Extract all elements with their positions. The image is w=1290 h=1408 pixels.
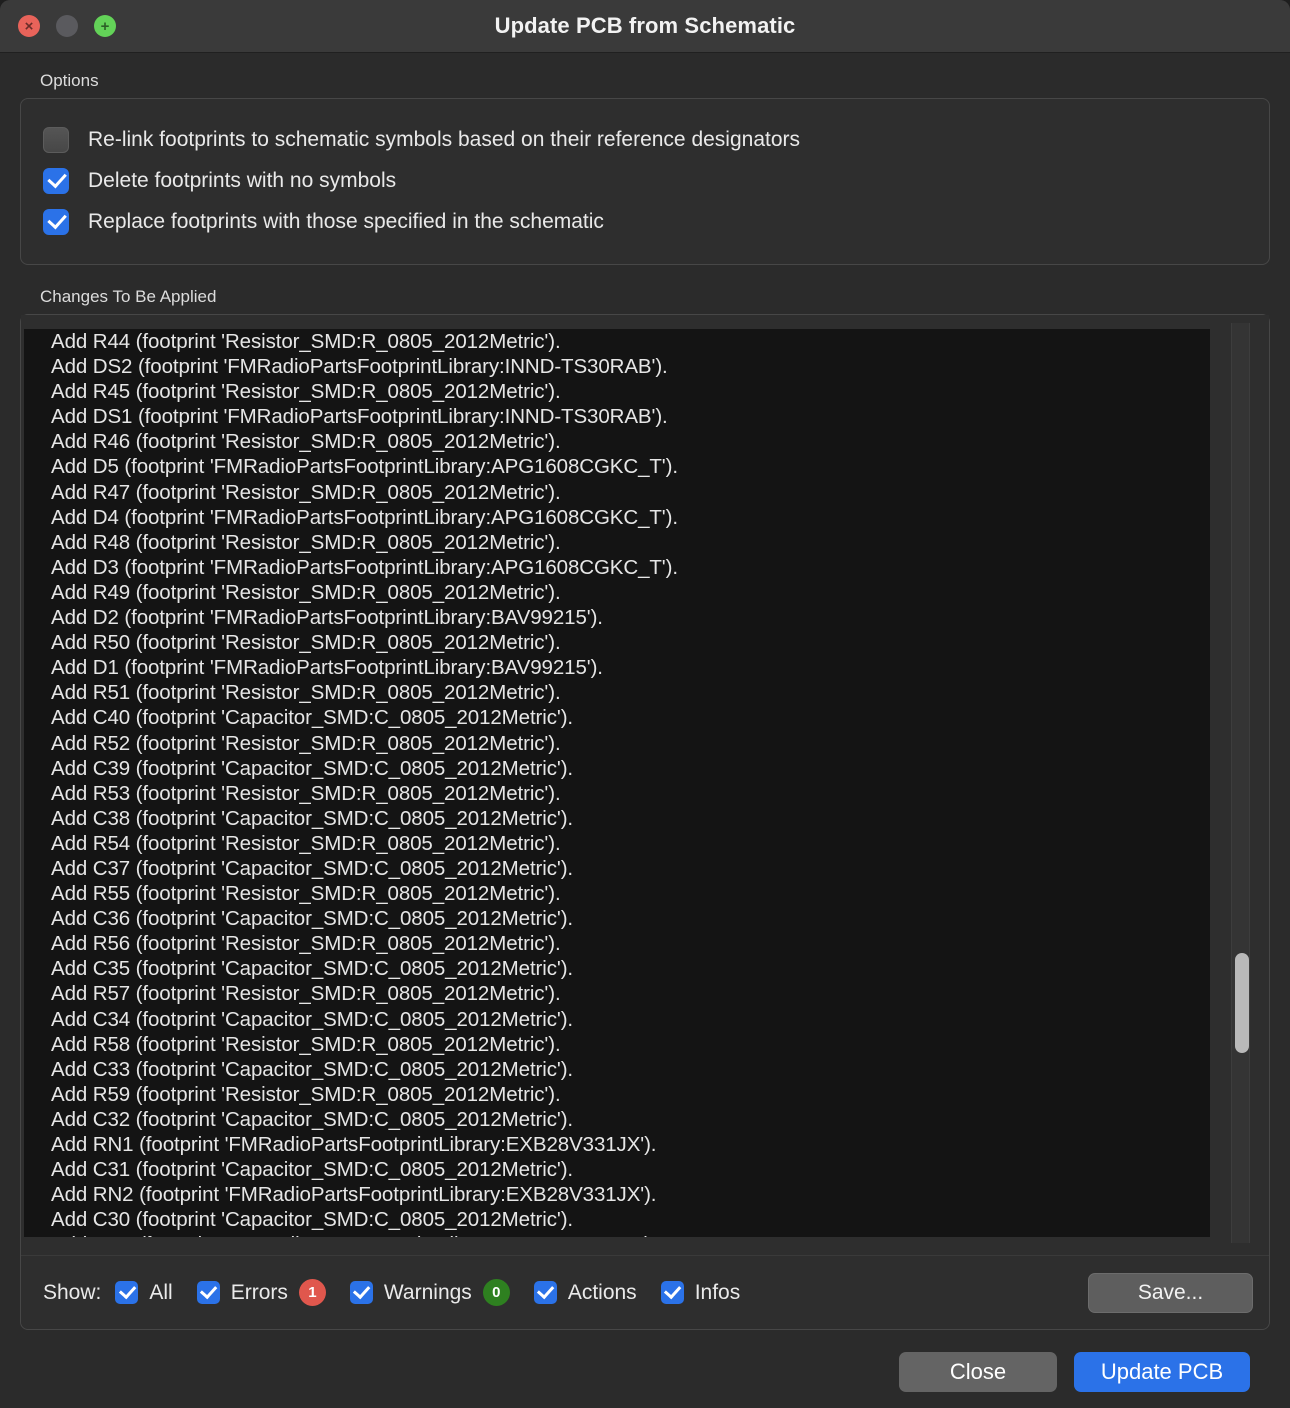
option-row-relink[interactable]: Re-link footprints to schematic symbols … [43,119,1247,160]
filter-infos[interactable]: Infos [660,1280,741,1305]
option-row-delete[interactable]: Delete footprints with no symbols [43,160,1247,201]
close-button[interactable]: Close [899,1352,1057,1392]
change-line[interactable]: Add C32 (footprint 'Capacitor_SMD:C_0805… [24,1107,1210,1132]
filter-all-label: All [149,1280,173,1304]
option-row-replace[interactable]: Replace footprints with those specified … [43,201,1247,242]
changes-list[interactable]: Add R44 (footprint 'Resistor_SMD:R_0805_… [24,329,1210,1237]
change-line[interactable]: Add C33 (footprint 'Capacitor_SMD:C_0805… [24,1057,1210,1082]
change-line[interactable]: Add C35 (footprint 'Capacitor_SMD:C_0805… [24,956,1210,981]
change-line[interactable]: Add R58 (footprint 'Resistor_SMD:R_0805_… [24,1032,1210,1057]
maximize-window-button[interactable]: + [94,15,116,37]
change-line[interactable]: Add R53 (footprint 'Resistor_SMD:R_0805_… [24,781,1210,806]
change-line[interactable]: Add C39 (footprint 'Capacitor_SMD:C_0805… [24,756,1210,781]
change-line[interactable]: Add D5 (footprint 'FMRadioPartsFootprint… [24,454,1210,479]
window-controls: × − + [18,15,116,37]
change-line[interactable]: Add C34 (footprint 'Capacitor_SMD:C_0805… [24,1007,1210,1032]
dialog-body: Options Re-link footprints to schematic … [0,53,1290,1392]
filter-errors-checkbox[interactable] [196,1281,220,1304]
filter-all-checkbox[interactable] [115,1281,139,1304]
delete-footprints-label: Delete footprints with no symbols [88,168,397,192]
changes-group: Add R44 (footprint 'Resistor_SMD:R_0805_… [20,314,1270,1330]
change-line[interactable]: Add RN3 (footprint 'FMRadioPartsFootprin… [24,1232,1210,1237]
change-line[interactable]: Add R54 (footprint 'Resistor_SMD:R_0805_… [24,831,1210,856]
minimize-window-button: − [56,15,78,37]
relink-footprints-label: Re-link footprints to schematic symbols … [88,127,801,151]
change-line[interactable]: Add C40 (footprint 'Capacitor_SMD:C_0805… [24,705,1210,730]
update-pcb-dialog: × − + Update PCB from Schematic Options … [0,0,1290,1408]
filter-all[interactable]: All [115,1280,173,1305]
change-line[interactable]: Add R50 (footprint 'Resistor_SMD:R_0805_… [24,630,1210,655]
change-line[interactable]: Add R52 (footprint 'Resistor_SMD:R_0805_… [24,731,1210,756]
change-line[interactable]: Add R51 (footprint 'Resistor_SMD:R_0805_… [24,680,1210,705]
filter-warnings-label: Warnings [383,1280,472,1304]
change-line[interactable]: Add C37 (footprint 'Capacitor_SMD:C_0805… [24,856,1210,881]
changes-scrollbar[interactable] [1231,323,1250,1243]
change-line[interactable]: Add C30 (footprint 'Capacitor_SMD:C_0805… [24,1207,1210,1232]
replace-footprints-label: Replace footprints with those specified … [88,209,604,233]
filter-infos-checkbox[interactable] [660,1281,684,1304]
change-line[interactable]: Add R55 (footprint 'Resistor_SMD:R_0805_… [24,881,1210,906]
delete-footprints-checkbox[interactable] [43,167,69,194]
warnings-count-badge: 0 [482,1279,510,1306]
change-line[interactable]: Add D2 (footprint 'FMRadioPartsFootprint… [24,605,1210,630]
change-line[interactable]: Add C31 (footprint 'Capacitor_SMD:C_0805… [24,1157,1210,1182]
change-line[interactable]: Add R59 (footprint 'Resistor_SMD:R_0805_… [24,1082,1210,1107]
change-line[interactable]: Add RN1 (footprint 'FMRadioPartsFootprin… [24,1132,1210,1157]
changes-panel: Add R44 (footprint 'Resistor_SMD:R_0805_… [21,315,1269,1255]
filter-actions[interactable]: Actions [533,1280,637,1305]
change-line[interactable]: Add DS1 (footprint 'FMRadioPartsFootprin… [24,404,1210,429]
change-line[interactable]: Add R48 (footprint 'Resistor_SMD:R_0805_… [24,530,1210,555]
change-line[interactable]: Add R56 (footprint 'Resistor_SMD:R_0805_… [24,931,1210,956]
window-title: Update PCB from Schematic [494,13,796,38]
change-line[interactable]: Add R44 (footprint 'Resistor_SMD:R_0805_… [24,329,1210,354]
filter-errors-label: Errors [230,1280,288,1304]
options-group-label: Options [40,71,99,90]
change-line[interactable]: Add C38 (footprint 'Capacitor_SMD:C_0805… [24,806,1210,831]
change-line[interactable]: Add D4 (footprint 'FMRadioPartsFootprint… [24,505,1210,530]
change-line[interactable]: Add R57 (footprint 'Resistor_SMD:R_0805_… [24,981,1210,1006]
filter-warnings-checkbox[interactable] [349,1281,373,1304]
filter-actions-checkbox[interactable] [533,1281,557,1304]
change-line[interactable]: Add DS2 (footprint 'FMRadioPartsFootprin… [24,354,1210,379]
change-line[interactable]: Add R49 (footprint 'Resistor_SMD:R_0805_… [24,580,1210,605]
window-titlebar: × − + Update PCB from Schematic [0,0,1290,53]
update-pcb-button[interactable]: Update PCB [1074,1352,1250,1392]
change-line[interactable]: Add D1 (footprint 'FMRadioPartsFootprint… [24,655,1210,680]
relink-footprints-checkbox[interactable] [43,126,69,153]
filter-warnings[interactable]: Warnings 0 [349,1279,510,1306]
errors-count-badge: 1 [298,1279,326,1306]
save-button[interactable]: Save... [1088,1272,1253,1313]
dialog-footer: Close Update PCB [20,1330,1270,1392]
close-window-button[interactable]: × [18,15,40,37]
filter-infos-label: Infos [694,1280,741,1304]
change-line[interactable]: Add R45 (footprint 'Resistor_SMD:R_0805_… [24,379,1210,404]
replace-footprints-checkbox[interactable] [43,208,69,235]
filter-actions-label: Actions [567,1280,637,1304]
scrollbar-thumb[interactable] [1235,953,1249,1053]
change-line[interactable]: Add R47 (footprint 'Resistor_SMD:R_0805_… [24,480,1210,505]
show-label: Show: [43,1280,102,1304]
change-line[interactable]: Add D3 (footprint 'FMRadioPartsFootprint… [24,555,1210,580]
filter-errors[interactable]: Errors 1 [196,1279,326,1306]
changes-group-label: Changes To Be Applied [40,287,217,306]
change-line[interactable]: Add C36 (footprint 'Capacitor_SMD:C_0805… [24,906,1210,931]
options-group: Re-link footprints to schematic symbols … [20,98,1270,265]
changes-section: Changes To Be Applied Add R44 (footprint… [20,287,1270,1330]
change-line[interactable]: Add R46 (footprint 'Resistor_SMD:R_0805_… [24,429,1210,454]
show-filter-bar: Show: All Errors 1 Warnings 0 Actions In… [21,1255,1269,1329]
change-line[interactable]: Add RN2 (footprint 'FMRadioPartsFootprin… [24,1182,1210,1207]
